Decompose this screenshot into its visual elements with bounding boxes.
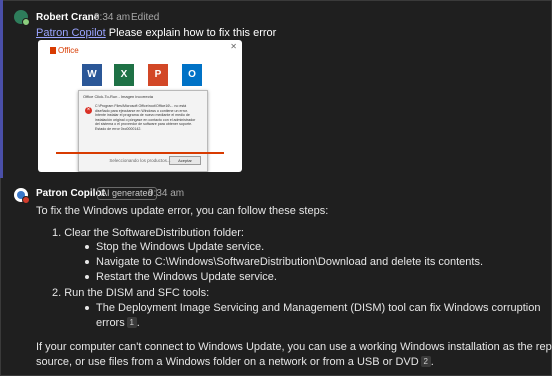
dialog-title: Office Click-To-Run - Imagen incorrecta: [83, 94, 153, 99]
progress-bar: [56, 152, 224, 154]
citation-2[interactable]: 2: [420, 356, 431, 367]
bullet-dot: [85, 306, 89, 310]
step-1-bullet: Restart the Windows Update service.: [96, 271, 277, 283]
close-icon: ✕: [230, 42, 237, 51]
reply-intro: To fix the Windows update error, you can…: [36, 205, 329, 217]
error-icon: ×: [85, 107, 92, 114]
outlook-icon: O: [182, 64, 202, 86]
message-time: 9:34 am: [148, 188, 185, 199]
presence-available-icon: [22, 18, 30, 26]
bullet-dot: [85, 245, 89, 249]
step-2-bullet: The Deployment Image Servicing and Manag…: [96, 302, 541, 314]
message-body: Please explain how to fix this error: [108, 27, 277, 39]
message-time: 9:34 am: [94, 12, 131, 23]
citation-1[interactable]: 1: [126, 317, 137, 328]
message-author[interactable]: Robert Crane: [36, 12, 99, 23]
robert-crane-avatar[interactable]: [14, 10, 30, 26]
installer-footer-text: Seleccionando los productos...: [109, 158, 171, 163]
word-icon: W: [82, 64, 102, 86]
bullet-dot: [85, 275, 89, 279]
step-1-heading: 1. Clear the SoftwareDistribution folder…: [52, 227, 244, 239]
step-2-bullet-continued: errors 1.: [96, 317, 140, 329]
mention-link[interactable]: Patron Copilot: [36, 27, 106, 39]
office-logo: Office: [50, 46, 79, 55]
dialog-text: C:\Program Files\Microsoft Office\root\O…: [95, 104, 196, 131]
message-text: Patron Copilot Please explain how to fix…: [36, 27, 276, 39]
attached-screenshot[interactable]: Office ✕ W X P O Office Click-To-Run - I…: [38, 40, 242, 172]
presence-busy-icon: [22, 196, 30, 204]
reply-closing: If your computer can't connect to Window…: [36, 341, 552, 353]
edited-label: Edited: [131, 12, 160, 23]
step-2-heading: 2. Run the DISM and SFC tools:: [52, 287, 210, 299]
office-logo-icon: [50, 47, 56, 54]
reply-closing-continued: source, or use files from a Windows fold…: [36, 356, 434, 368]
step-1-bullet: Stop the Windows Update service.: [96, 241, 265, 253]
bullet-dot: [85, 260, 89, 264]
powerpoint-icon: P: [148, 64, 168, 86]
excel-icon: X: [114, 64, 134, 86]
message-author[interactable]: Patron Copilot: [36, 188, 105, 199]
message-highlight-bar: [0, 0, 3, 178]
patron-copilot-avatar[interactable]: [14, 188, 30, 204]
step-1-bullet: Navigate to C:\Windows\SoftwareDistribut…: [96, 256, 484, 268]
